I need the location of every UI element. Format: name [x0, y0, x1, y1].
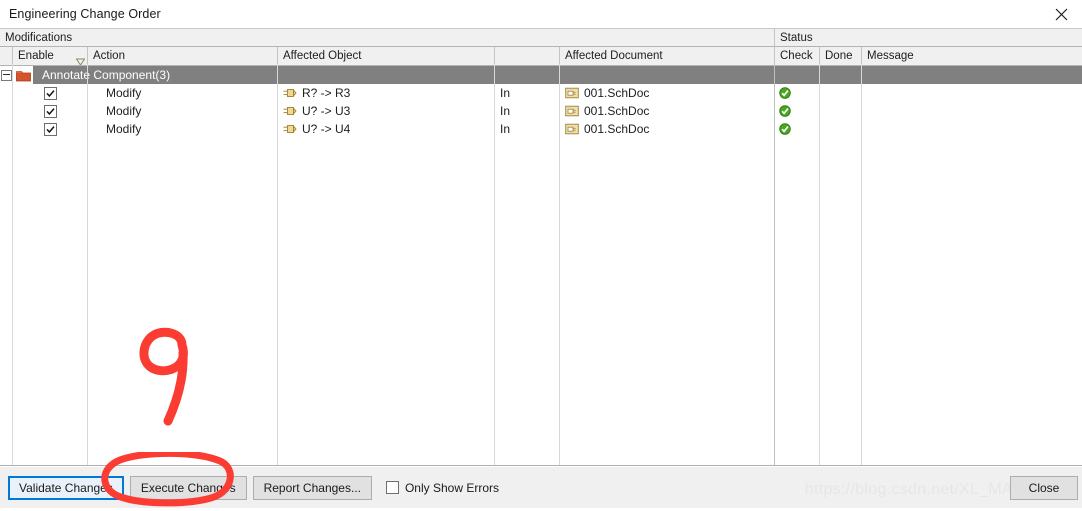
component-icon [283, 124, 297, 134]
row-message [862, 120, 1082, 138]
column-header-direction[interactable] [495, 47, 560, 65]
close-button[interactable]: Close [1010, 475, 1078, 500]
table-row[interactable]: Modify U? -> U4 In 001.SchDoc [0, 120, 1082, 138]
row-done-status [820, 102, 862, 120]
column-header-blank [0, 47, 13, 65]
grid-body: Annotate Component(3) Modify R? -> R3 In… [0, 66, 1082, 465]
report-changes-button[interactable]: Report Changes... [252, 475, 372, 500]
row-enable-checkbox[interactable] [13, 120, 88, 138]
table-row-group[interactable]: Annotate Component(3) [0, 66, 1082, 84]
folder-icon [13, 66, 33, 84]
column-header-done[interactable]: Done [820, 47, 862, 65]
grid-group-header-row: Modifications Status [0, 29, 1082, 47]
checkbox-unchecked-icon [385, 481, 399, 494]
row-enable-checkbox[interactable] [13, 102, 88, 120]
column-header-enable[interactable]: Enable [13, 47, 88, 65]
table-row[interactable]: Modify U? -> U3 In 001.SchDoc [0, 102, 1082, 120]
column-header-enable-label: Enable [18, 50, 54, 62]
row-affected-object: U? -> U4 [278, 120, 495, 138]
row-direction: In [500, 86, 511, 100]
column-header-affected-document[interactable]: Affected Document [560, 47, 775, 65]
column-header-action[interactable]: Action [88, 47, 278, 65]
row-direction: In [500, 122, 511, 136]
schematic-document-icon [565, 105, 579, 117]
component-icon [283, 106, 297, 116]
row-affected-object: R? -> R3 [278, 84, 495, 102]
row-action: Modify [106, 122, 142, 136]
row-affected-document: 001.SchDoc [560, 84, 775, 102]
row-enable-checkbox[interactable] [13, 84, 88, 102]
checkbox-checked-icon [44, 122, 57, 136]
row-direction: In [500, 104, 511, 118]
grid-column-header-row: Enable Action Affected Object Affected D… [0, 47, 1082, 66]
row-action: Modify [106, 86, 142, 100]
row-affected-object: U? -> U3 [278, 102, 495, 120]
row-message [862, 84, 1082, 102]
dialog-footer: Validate Changes Execute Changes Report … [0, 466, 1082, 508]
watermark-text: https://blog.csdn.net/XL_MAX [804, 481, 1024, 498]
row-affected-object-label: R? -> R3 [302, 86, 351, 100]
row-affected-document-label: 001.SchDoc [584, 122, 650, 136]
sort-descending-icon [72, 54, 85, 65]
collapse-icon [1, 69, 12, 81]
group-header-modifications: Modifications [0, 29, 775, 46]
row-affected-document-label: 001.SchDoc [584, 86, 650, 100]
status-ok-icon [779, 105, 791, 117]
title-bar: Engineering Change Order [0, 0, 1082, 28]
engineering-change-order-dialog: Engineering Change Order Modifications S… [0, 0, 1082, 508]
component-icon [283, 88, 297, 98]
status-ok-icon [779, 123, 791, 135]
row-check-status [775, 102, 820, 120]
row-affected-document: 001.SchDoc [560, 102, 775, 120]
row-affected-object-label: U? -> U4 [302, 122, 351, 136]
row-done-status [820, 120, 862, 138]
group-row-label: Annotate Component(3) [42, 68, 171, 82]
group-header-status: Status [775, 29, 1082, 46]
modifications-grid: Modifications Status Enable Action Affec… [0, 28, 1082, 466]
column-header-message[interactable]: Message [862, 47, 1082, 65]
checkbox-checked-icon [44, 104, 57, 118]
validate-changes-button[interactable]: Validate Changes [8, 475, 124, 500]
checkbox-checked-icon [44, 86, 57, 100]
table-row[interactable]: Modify R? -> R3 In 001.SchDoc [0, 84, 1082, 102]
column-header-check[interactable]: Check [775, 47, 820, 65]
schematic-document-icon [565, 123, 579, 135]
row-message [862, 102, 1082, 120]
column-header-affected-object[interactable]: Affected Object [278, 47, 495, 65]
execute-changes-button[interactable]: Execute Changes [129, 475, 247, 500]
only-show-errors-checkbox[interactable]: Only Show Errors [385, 480, 499, 495]
expand-collapse-toggle[interactable] [0, 66, 13, 84]
row-done-status [820, 84, 862, 102]
row-check-status [775, 120, 820, 138]
row-action: Modify [106, 104, 142, 118]
schematic-document-icon [565, 87, 579, 99]
page-title: Engineering Change Order [9, 7, 161, 21]
row-affected-document: 001.SchDoc [560, 120, 775, 138]
row-affected-object-label: U? -> U3 [302, 104, 351, 118]
close-icon[interactable] [1040, 0, 1082, 28]
row-check-status [775, 84, 820, 102]
status-ok-icon [779, 87, 791, 99]
row-affected-document-label: 001.SchDoc [584, 104, 650, 118]
only-show-errors-label: Only Show Errors [404, 480, 499, 495]
